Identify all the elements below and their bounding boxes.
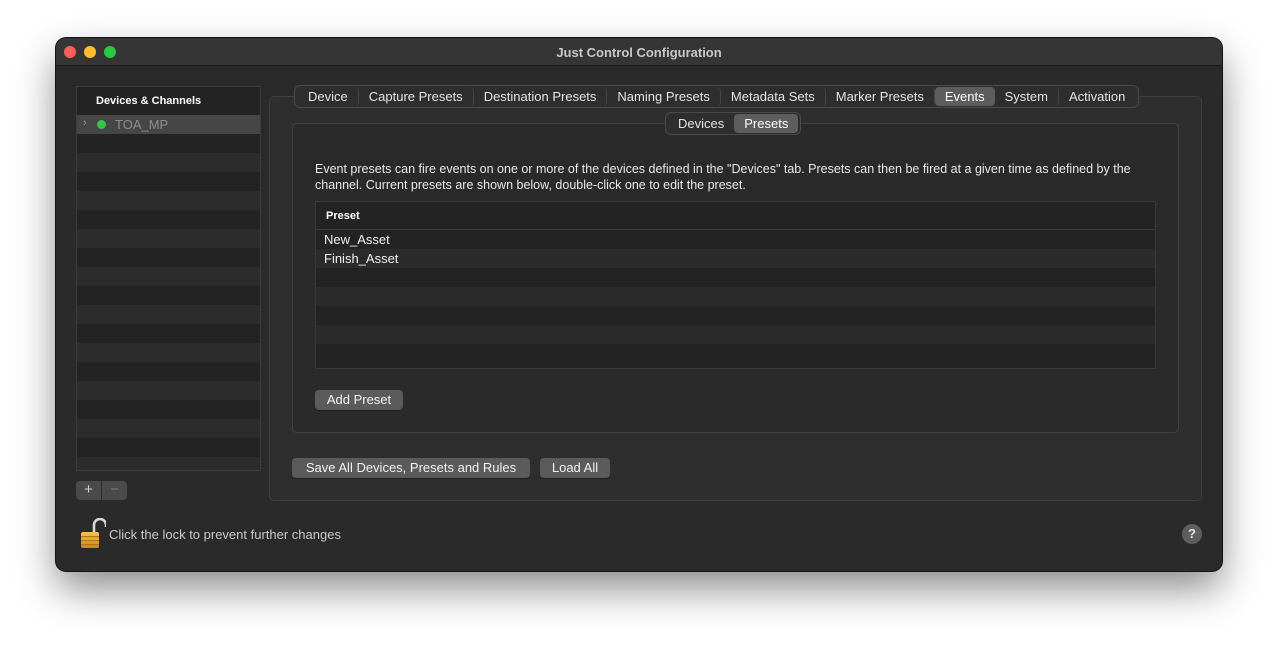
chevron-right-icon[interactable]: › xyxy=(83,117,87,129)
list-item xyxy=(77,229,260,248)
tab-system[interactable]: System xyxy=(995,87,1059,106)
save-all-button[interactable]: Save All Devices, Presets and Rules xyxy=(292,458,530,478)
devices-channels-list: Devices & Channels › TOA_MP xyxy=(76,86,261,471)
list-item xyxy=(77,286,260,305)
list-item xyxy=(77,343,260,362)
sidebar-header: Devices & Channels xyxy=(77,87,260,115)
list-item xyxy=(77,172,260,191)
table-row[interactable]: New_Asset xyxy=(316,230,1155,249)
subtab-devices[interactable]: Devices xyxy=(668,114,734,133)
unlocked-lock-icon[interactable] xyxy=(80,518,106,550)
tab-capture-presets[interactable]: Capture Presets xyxy=(359,87,474,106)
app-window: Just Control Configuration Devices & Cha… xyxy=(56,38,1222,571)
lock-hint-text: Click the lock to prevent further change… xyxy=(109,527,341,542)
preset-column-header[interactable]: Preset xyxy=(316,202,1155,230)
tab-destination-presets[interactable]: Destination Presets xyxy=(474,87,608,106)
list-item xyxy=(77,134,260,153)
list-item xyxy=(77,362,260,381)
status-dot-icon xyxy=(97,120,106,129)
preset-name: New_Asset xyxy=(324,232,390,247)
tab-activation[interactable]: Activation xyxy=(1059,87,1135,106)
list-item xyxy=(77,153,260,172)
tab-naming-presets[interactable]: Naming Presets xyxy=(607,87,721,106)
list-item xyxy=(77,324,260,343)
load-all-button[interactable]: Load All xyxy=(540,458,610,478)
table-row xyxy=(316,306,1155,325)
table-row xyxy=(316,268,1155,287)
list-item xyxy=(77,438,260,457)
sidebar-item-label: TOA_MP xyxy=(115,117,169,132)
list-item xyxy=(77,191,260,210)
help-icon[interactable]: ? xyxy=(1182,524,1202,544)
table-row xyxy=(316,325,1155,344)
list-item xyxy=(77,267,260,286)
preset-name: Finish_Asset xyxy=(324,251,399,266)
list-item xyxy=(77,457,260,470)
add-device-button[interactable]: + xyxy=(76,481,101,500)
main-tab-bar: Device Capture Presets Destination Prese… xyxy=(294,85,1140,108)
add-remove-control: + − xyxy=(76,481,127,500)
list-item xyxy=(77,248,260,267)
events-sub-tab-bar: Devices Presets xyxy=(665,112,802,135)
subtab-presets[interactable]: Presets xyxy=(734,114,799,133)
tab-marker-presets[interactable]: Marker Presets xyxy=(826,87,935,106)
events-description: Event presets can fire events on one or … xyxy=(315,162,1131,192)
list-item xyxy=(77,419,260,438)
remove-device-button[interactable]: − xyxy=(101,481,127,500)
tab-events[interactable]: Events xyxy=(934,87,995,106)
list-item xyxy=(77,400,260,419)
tab-device[interactable]: Device xyxy=(298,87,359,106)
sidebar-item-toa-mp[interactable]: › TOA_MP xyxy=(77,115,260,134)
add-preset-button[interactable]: Add Preset xyxy=(315,390,403,410)
list-item xyxy=(77,381,260,400)
table-row xyxy=(316,287,1155,306)
table-row[interactable]: Finish_Asset xyxy=(316,249,1155,268)
list-item xyxy=(77,305,260,324)
title-bar: Just Control Configuration xyxy=(56,38,1222,66)
list-item xyxy=(77,210,260,229)
table-row xyxy=(316,344,1155,363)
window-title: Just Control Configuration xyxy=(556,45,722,60)
presets-table: Preset New_Asset Finish_Asset xyxy=(315,201,1156,369)
tab-metadata-sets[interactable]: Metadata Sets xyxy=(721,87,826,106)
